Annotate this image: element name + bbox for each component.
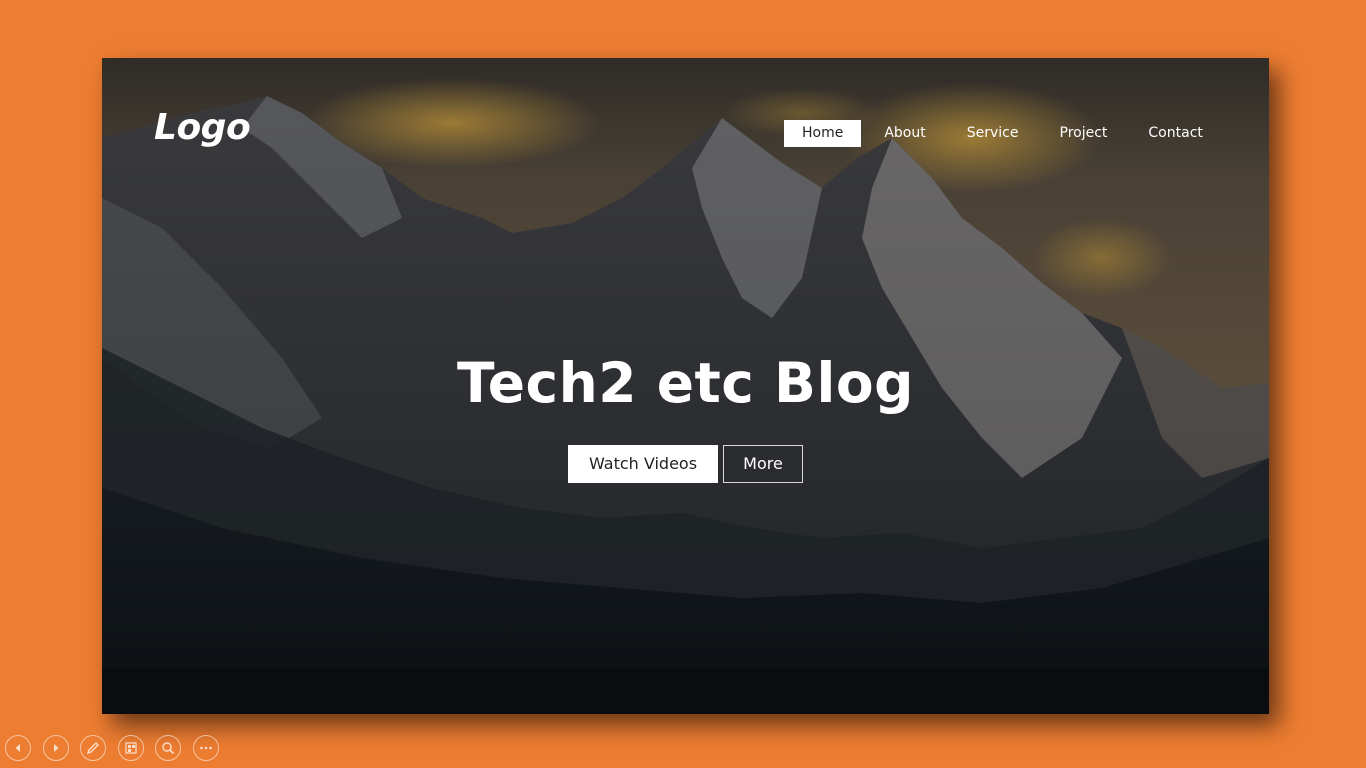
watch-videos-button[interactable]: Watch Videos (568, 445, 718, 483)
site-logo[interactable]: Logo (154, 110, 251, 146)
next-slide-icon[interactable] (42, 735, 69, 761)
slide-sorter-icon[interactable] (117, 735, 144, 761)
nav-item-service[interactable]: Service (949, 120, 1037, 147)
more-options-icon[interactable] (192, 735, 219, 761)
nav-item-contact[interactable]: Contact (1130, 120, 1220, 147)
nav-item-project[interactable]: Project (1042, 120, 1126, 147)
zoom-icon[interactable] (155, 735, 181, 761)
hero-button-group: Watch Videos More (568, 445, 803, 483)
pen-icon[interactable] (80, 735, 106, 761)
previous-slide-icon[interactable] (5, 735, 31, 761)
presentation-slide: Logo Home About Service Project Contact … (102, 58, 1269, 714)
nav-item-home[interactable]: Home (784, 120, 862, 147)
more-button[interactable]: More (723, 445, 803, 483)
slide-bottom-strip (102, 690, 502, 714)
slideshow-toolbar (5, 735, 230, 761)
nav-item-about[interactable]: About (866, 120, 943, 147)
main-navigation: Home About Service Project Contact (784, 120, 1226, 147)
hero-title: Tech2 etc Blog (457, 351, 914, 415)
